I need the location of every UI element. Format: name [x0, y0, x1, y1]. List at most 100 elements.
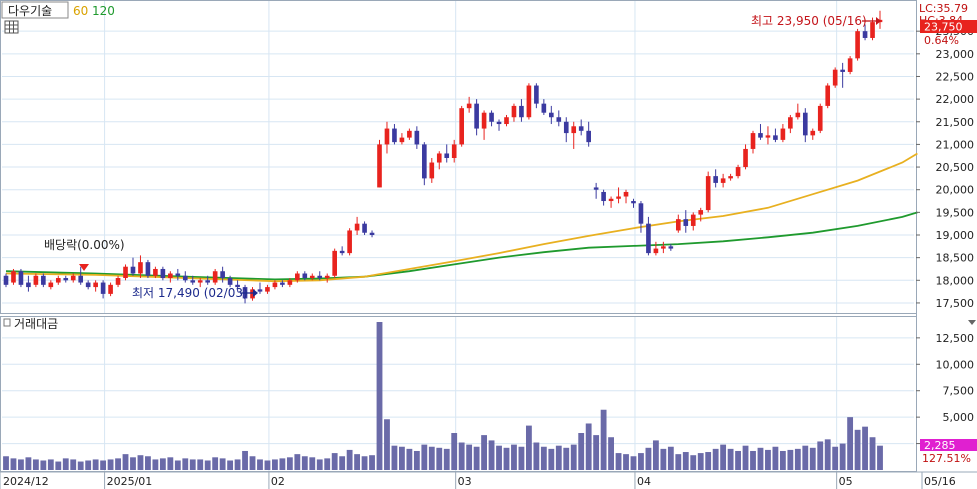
volume-bar	[152, 459, 159, 470]
date-tick-label: 05/16	[924, 475, 956, 488]
candle-body	[444, 153, 450, 158]
candle-body	[466, 103, 472, 109]
candle-body	[399, 137, 405, 143]
candle-body	[563, 121, 569, 134]
price-tick-label: 18,000	[936, 274, 975, 287]
candle-body	[85, 282, 91, 288]
volume-bar	[77, 461, 84, 470]
candle-body	[309, 275, 315, 279]
candle-body	[11, 271, 16, 283]
candle-body	[728, 176, 733, 179]
volume-bar	[652, 440, 659, 470]
candle-body	[698, 210, 704, 215]
price-panel-frame	[0, 0, 917, 314]
volume-bar	[540, 446, 547, 470]
volume-bar	[354, 454, 361, 470]
candle-body	[601, 191, 606, 202]
candle-body	[272, 282, 278, 288]
candle	[847, 56, 853, 75]
candle-body	[661, 246, 666, 249]
volume-bar	[309, 457, 316, 470]
candle-body	[511, 105, 517, 118]
volume-bar	[765, 449, 771, 470]
volume-panel-title: 거래대금	[14, 317, 58, 331]
date-tick-label: 04	[637, 475, 651, 488]
panel-resize-icon[interactable]	[968, 320, 976, 325]
volume-bar	[854, 429, 861, 470]
candle-body	[414, 130, 420, 145]
volume-bar	[242, 450, 248, 470]
volume-bar	[189, 459, 196, 470]
candle-body	[743, 148, 748, 168]
volume-bar	[62, 458, 69, 470]
volume-bar	[779, 450, 786, 470]
volume-bar	[399, 446, 405, 470]
volume-bar	[638, 453, 644, 470]
volume-bar	[877, 445, 883, 470]
candle-body	[526, 85, 532, 118]
grid-toggle-icon[interactable]	[4, 20, 19, 34]
candle-body	[773, 135, 778, 140]
candle-body	[593, 187, 599, 190]
volume-bar	[533, 442, 540, 470]
volume-bar	[174, 460, 181, 470]
candle-body	[48, 282, 54, 288]
volume-bar	[682, 452, 689, 470]
volume-bar	[167, 457, 174, 470]
candle-body	[519, 105, 524, 118]
volume-bar	[421, 444, 428, 470]
candle-body	[153, 268, 158, 276]
volume-tick-label: 10,000	[936, 358, 975, 371]
volume-current-value: 2,285	[924, 439, 956, 452]
volume-bar	[787, 449, 794, 470]
candle-body	[317, 275, 323, 279]
ma120-label: 120	[92, 4, 115, 18]
candle-body	[287, 280, 293, 285]
candle	[817, 103, 823, 134]
candle-body	[332, 250, 337, 276]
volume-bar	[145, 456, 151, 470]
candle-body	[847, 58, 853, 72]
price-tick-label: 18,500	[936, 252, 975, 265]
candle-body	[168, 273, 173, 279]
price-tick-label: 22,000	[936, 93, 975, 106]
candle-body	[324, 275, 330, 279]
candle-body	[407, 130, 412, 138]
volume-bar	[204, 460, 211, 470]
candle-body	[362, 223, 367, 233]
candle-body	[623, 191, 629, 197]
volume-bar	[503, 447, 510, 470]
candle-body	[123, 266, 128, 279]
candle-body	[802, 112, 808, 136]
candle-body	[257, 289, 263, 292]
volume-bar	[272, 459, 278, 470]
candle-body	[436, 153, 442, 163]
candle-body	[145, 262, 151, 276]
volume-bar	[55, 461, 62, 470]
candle-body	[33, 275, 39, 285]
candle-body	[93, 282, 98, 288]
candle-body	[556, 117, 562, 122]
candle-body	[429, 162, 435, 179]
candle-body	[339, 250, 345, 254]
volume-bar	[675, 454, 682, 470]
volume-bar	[3, 456, 9, 470]
volume-panel-icon[interactable]	[3, 318, 11, 327]
candle-body	[646, 223, 651, 254]
volume-bar	[428, 446, 435, 470]
volume-bar	[339, 456, 346, 470]
volume-bar	[369, 455, 375, 470]
volume-bar	[750, 450, 756, 470]
volume-bar	[809, 447, 816, 470]
candle-body	[302, 273, 308, 279]
volume-bar	[869, 437, 876, 470]
candle-body	[690, 214, 696, 226]
volume-bar	[757, 447, 764, 470]
candle	[332, 248, 337, 279]
volume-bar	[182, 458, 189, 470]
candle-body	[220, 271, 225, 279]
volume-bar	[727, 448, 734, 470]
volume-bar	[391, 445, 398, 470]
stock-name: 다우기술	[8, 4, 52, 18]
candle-body	[496, 121, 502, 125]
